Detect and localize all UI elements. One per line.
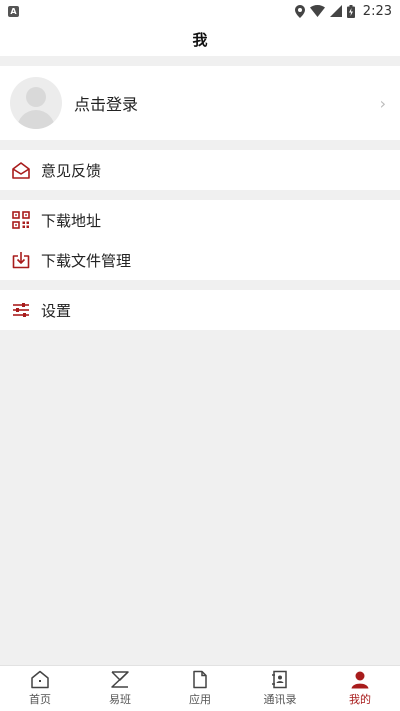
tab-home-label: 首页 xyxy=(29,693,51,706)
download-icon xyxy=(11,251,30,270)
status-bar: A 2:23 xyxy=(0,0,400,22)
menu-item-settings-label: 设置 xyxy=(41,301,72,320)
status-time: 2:23 xyxy=(362,3,392,19)
profile-section: 点击登录 › xyxy=(0,66,400,140)
battery-icon xyxy=(346,4,355,18)
mail-open-icon xyxy=(11,161,30,180)
menu-item-download-manager[interactable]: 下载文件管理 xyxy=(0,240,400,280)
chevron-right-icon: › xyxy=(379,94,386,113)
tab-me-label: 我的 xyxy=(349,693,371,706)
login-label: 点击登录 xyxy=(74,95,139,114)
tab-yiban[interactable]: 易班 xyxy=(80,666,160,707)
menu-item-download-address[interactable]: 下载地址 xyxy=(0,200,400,240)
wifi-icon xyxy=(309,5,325,17)
tab-home[interactable]: 首页 xyxy=(0,666,80,707)
feedback-section: 意见反馈 xyxy=(0,150,400,190)
bottom-tab-bar: 首页 易班 应用 通讯录 我的 xyxy=(0,665,400,711)
contacts-icon xyxy=(272,670,287,689)
tab-apps[interactable]: 应用 xyxy=(160,666,240,707)
app-file-icon xyxy=(193,670,207,689)
page-title: 我 xyxy=(192,30,208,49)
tab-contacts[interactable]: 通讯录 xyxy=(240,666,320,707)
settings-section: 设置 xyxy=(0,290,400,330)
home-icon xyxy=(31,670,49,689)
tab-yiban-label: 易班 xyxy=(109,693,131,706)
page-title-bar: 我 xyxy=(0,22,400,56)
sliders-icon xyxy=(11,301,30,320)
user-icon xyxy=(351,671,369,689)
location-icon xyxy=(294,4,305,18)
signal-icon xyxy=(329,5,342,17)
tab-contacts-label: 通讯录 xyxy=(263,693,297,706)
menu-item-settings[interactable]: 设置 xyxy=(0,290,400,330)
download-section: 下载地址 下载文件管理 xyxy=(0,200,400,280)
yiban-icon xyxy=(111,671,129,688)
menu-item-download-manager-label: 下载文件管理 xyxy=(41,251,132,270)
login-row[interactable]: 点击登录 › xyxy=(0,66,400,140)
menu-item-feedback-label: 意见反馈 xyxy=(41,161,102,180)
status-app-icon: A xyxy=(8,5,19,17)
menu-item-feedback[interactable]: 意见反馈 xyxy=(0,150,400,190)
qr-code-icon xyxy=(11,211,30,230)
menu-item-download-address-label: 下载地址 xyxy=(41,211,102,230)
tab-apps-label: 应用 xyxy=(189,693,211,706)
avatar xyxy=(10,77,62,129)
tab-me[interactable]: 我的 xyxy=(320,666,400,707)
